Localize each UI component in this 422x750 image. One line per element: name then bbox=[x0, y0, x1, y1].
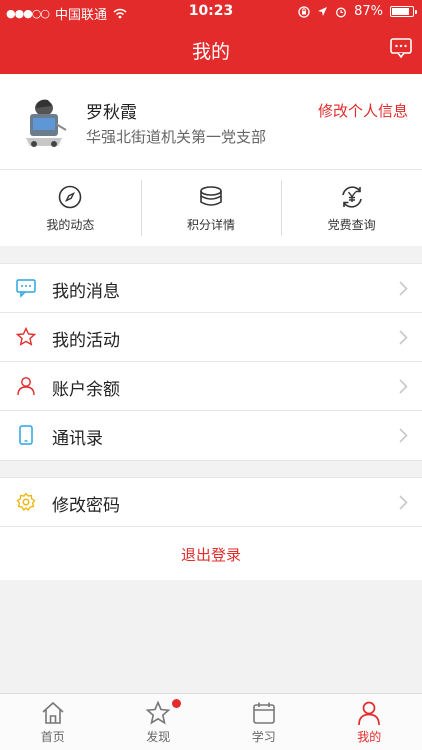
tab-label: 我的 bbox=[357, 730, 382, 744]
battery-fill bbox=[392, 8, 409, 15]
location-arrow-icon bbox=[318, 7, 328, 16]
chevron-right-icon bbox=[399, 281, 408, 296]
tab-discover[interactable]: 发现 bbox=[106, 694, 212, 750]
yen-refresh-icon bbox=[341, 186, 362, 208]
tab-home[interactable]: 首页 bbox=[0, 694, 106, 750]
user-name: 罗秋霞 bbox=[86, 103, 137, 123]
profile-card: 罗秋霞 华强北街道机关第一党支部 修改个人信息 bbox=[0, 74, 422, 170]
menu-group-main: 我的消息 我的活动 账户余额 通讯录 bbox=[0, 263, 422, 461]
tab-bar: 首页 发现 学习 我的 bbox=[0, 693, 422, 750]
calendar-icon bbox=[252, 702, 275, 724]
menu-item-balance[interactable]: 账户余额 bbox=[0, 362, 422, 411]
menu-item-label: 修改密码 bbox=[52, 496, 120, 516]
avatar[interactable] bbox=[16, 94, 72, 150]
chevron-right-icon bbox=[399, 379, 408, 394]
compass-icon bbox=[59, 185, 82, 209]
edit-profile-link[interactable]: 修改个人信息 bbox=[318, 100, 408, 121]
user-organization: 华强北街道机关第一党支部 bbox=[86, 128, 267, 146]
menu-item-change-password[interactable]: 修改密码 bbox=[0, 478, 422, 527]
tab-label: 学习 bbox=[251, 730, 276, 744]
star-icon bbox=[16, 327, 36, 346]
battery-icon bbox=[390, 6, 417, 17]
menu-item-activities[interactable]: 我的活动 bbox=[0, 313, 422, 362]
menu-item-label: 通讯录 bbox=[52, 429, 103, 449]
menu-group-security: 修改密码 bbox=[0, 477, 422, 527]
message-icon bbox=[16, 279, 36, 298]
quick-action-my-feed[interactable]: 我的动态 bbox=[0, 170, 141, 246]
battery-percent: 87% bbox=[354, 4, 383, 19]
quick-action-label: 我的动态 bbox=[46, 218, 95, 232]
coins-icon bbox=[200, 186, 222, 206]
logout-label: 退出登录 bbox=[180, 546, 241, 564]
quick-action-points[interactable]: 积分详情 bbox=[140, 170, 282, 246]
tab-label: 发现 bbox=[146, 730, 171, 744]
home-icon bbox=[42, 701, 64, 724]
quick-action-label: 党费查询 bbox=[327, 218, 376, 232]
status-right: 87% bbox=[298, 4, 417, 19]
person-icon bbox=[358, 701, 381, 726]
chevron-right-icon bbox=[399, 330, 408, 345]
menu-item-contacts[interactable]: 通讯录 bbox=[0, 411, 422, 460]
tab-mine[interactable]: 我的 bbox=[317, 694, 422, 750]
tab-label: 首页 bbox=[40, 730, 65, 744]
quick-action-label: 积分详情 bbox=[187, 218, 236, 232]
chevron-right-icon bbox=[399, 428, 408, 443]
menu-item-label: 我的消息 bbox=[52, 282, 120, 302]
header-bar: 我的 bbox=[0, 24, 422, 74]
phone-icon bbox=[19, 425, 33, 445]
gear-icon bbox=[16, 492, 36, 512]
page-title: 我的 bbox=[191, 41, 230, 63]
status-bar: ●●●○○ 中国联通 10:23 87% bbox=[0, 0, 422, 24]
quick-action-party-fee[interactable]: 党费查询 bbox=[281, 170, 422, 246]
rotation-lock-icon bbox=[298, 5, 310, 18]
quick-actions: 我的动态 积分详情 党费查询 bbox=[0, 170, 422, 246]
user-icon bbox=[17, 377, 35, 396]
logout-button[interactable]: 退出登录 bbox=[0, 526, 422, 580]
star-outline-icon bbox=[145, 700, 171, 725]
tab-study[interactable]: 学习 bbox=[211, 694, 317, 750]
chat-bubble-icon[interactable] bbox=[390, 38, 412, 58]
menu-item-messages[interactable]: 我的消息 bbox=[0, 264, 422, 313]
menu-item-label: 我的活动 bbox=[52, 331, 120, 351]
alarm-icon bbox=[336, 7, 347, 17]
notification-badge bbox=[171, 699, 181, 708]
chevron-right-icon bbox=[399, 495, 408, 510]
menu-item-label: 账户余额 bbox=[52, 380, 120, 400]
